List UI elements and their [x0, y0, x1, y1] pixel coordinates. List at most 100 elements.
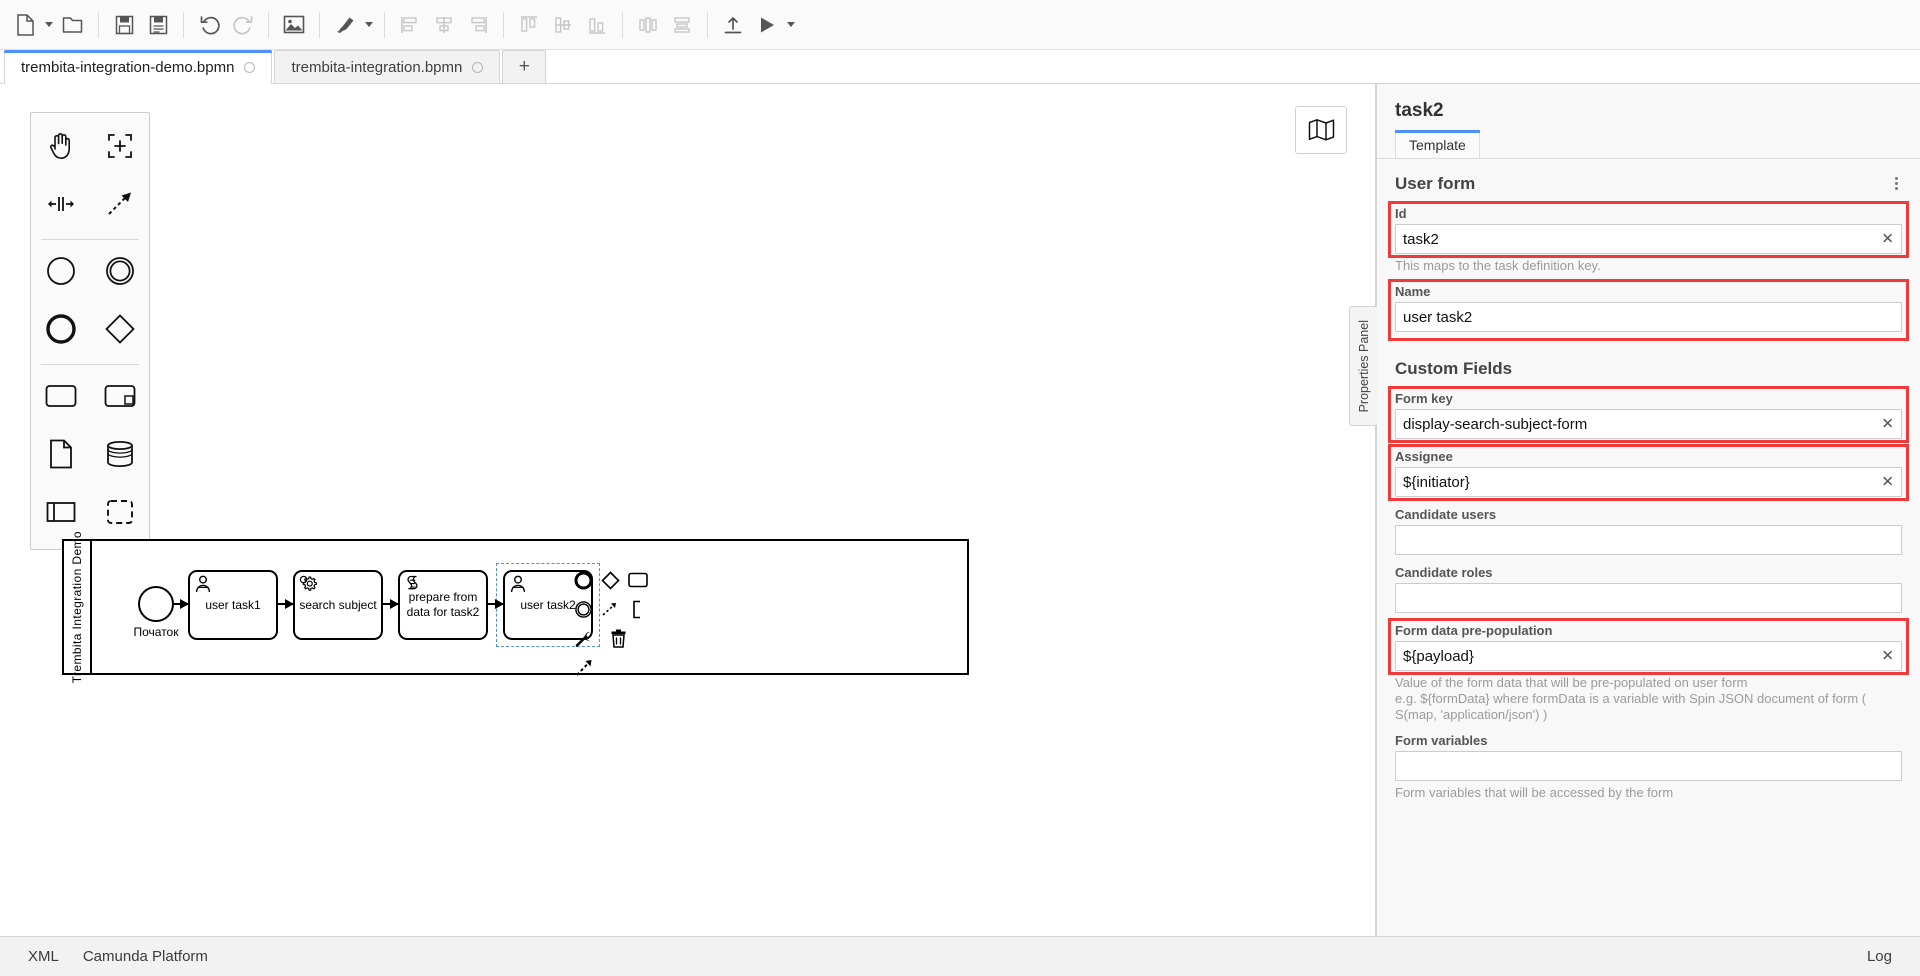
pool-label: Trembita Integration Demo — [70, 531, 84, 683]
palette-create-group[interactable] — [90, 485, 149, 543]
properties-group-header: User form — [1377, 159, 1920, 204]
candidate-roles-field-input[interactable] — [1395, 583, 1902, 613]
align-bottom-button[interactable] — [580, 8, 614, 42]
toolbar-divider — [503, 12, 504, 38]
align-middle-button[interactable] — [546, 8, 580, 42]
user-task-icon — [194, 575, 212, 597]
align-left-button[interactable] — [393, 8, 427, 42]
ctx-append-task[interactable] — [628, 569, 648, 591]
status-log-button-label: Log — [1867, 948, 1892, 965]
ctx-append-gateway[interactable] — [601, 569, 620, 591]
ctx-change-type[interactable] — [574, 627, 598, 649]
new-tab-button[interactable]: + — [502, 50, 546, 83]
form-variables-field-input[interactable] — [1395, 751, 1902, 781]
ctx-append-end-event[interactable] — [574, 569, 593, 591]
palette-create-start-event[interactable] — [31, 244, 90, 302]
toolbar-divider — [622, 12, 623, 38]
status-log-button[interactable]: Log — [1855, 948, 1904, 965]
name-field-input[interactable]: user task2 — [1395, 302, 1902, 332]
sequence-flow[interactable] — [174, 603, 188, 605]
toolbar-divider — [707, 12, 708, 38]
assignee-field-input[interactable] — [1395, 467, 1902, 497]
trash-icon — [610, 629, 627, 648]
start-event-icon — [46, 256, 76, 291]
align-top-button[interactable] — [512, 8, 546, 42]
new-diagram-button[interactable] — [8, 8, 42, 42]
folder-open-icon — [62, 15, 84, 35]
form-variables-field: Form variablesForm variables that will b… — [1377, 731, 1920, 809]
start-instance-button-caret[interactable] — [784, 8, 798, 42]
bpmn-diagram: Trembita Integration Demo Початокuser ta… — [62, 539, 969, 675]
ctx-connect[interactable] — [601, 598, 623, 620]
palette-create-intermediate-event[interactable] — [31, 302, 90, 360]
candidate-roles-field-label: Candidate roles — [1395, 565, 1902, 580]
form-data-prepopulation-field-clear-button[interactable]: ✕ — [1881, 649, 1894, 664]
deploy-button[interactable] — [716, 8, 750, 42]
id-field-clear-button[interactable]: ✕ — [1881, 232, 1894, 247]
undo-button[interactable] — [192, 8, 226, 42]
bpmn-palette — [30, 112, 150, 550]
task-label: search subject — [295, 598, 380, 613]
ctx-delete-element[interactable] — [606, 627, 630, 649]
save-diagram-button[interactable] — [107, 8, 141, 42]
status-xml-button-label: XML — [28, 948, 59, 965]
editor-tab[interactable]: trembita-integration-demo.bpmn — [4, 50, 272, 83]
ctx-global-connect[interactable] — [574, 656, 598, 678]
distribute-horizontally-button[interactable] — [631, 8, 665, 42]
diagram-canvas[interactable]: Trembita Integration Demo Початокuser ta… — [0, 84, 1376, 936]
start-event[interactable] — [138, 586, 174, 622]
align-right-button[interactable] — [461, 8, 495, 42]
distribute-vertically-button[interactable] — [665, 8, 699, 42]
ctx-text-annotation[interactable] — [631, 598, 644, 620]
palette-global-connect-tool[interactable] — [90, 177, 149, 235]
palette-create-data-object[interactable] — [31, 427, 90, 485]
set-color-button-caret[interactable] — [362, 8, 376, 42]
set-color-button[interactable] — [328, 8, 362, 42]
pool-header[interactable]: Trembita Integration Demo — [64, 541, 92, 673]
export-image-button[interactable] — [277, 8, 311, 42]
palette-lasso-tool[interactable] — [90, 119, 149, 177]
align-center-button[interactable] — [427, 8, 461, 42]
bpmn-task-prepare-from-data[interactable]: prepare from data for task2 — [398, 570, 488, 640]
properties-tab-template[interactable]: Template — [1395, 130, 1480, 158]
text-annotation-icon — [631, 600, 644, 619]
bpmn-task-user-task1[interactable]: user task1 — [188, 570, 278, 640]
sequence-flow[interactable] — [488, 603, 503, 605]
form-key-field-clear-button[interactable]: ✕ — [1881, 417, 1894, 432]
id-field-input[interactable] — [1395, 224, 1902, 254]
sequence-flow[interactable] — [383, 603, 398, 605]
open-diagram-button[interactable] — [56, 8, 90, 42]
new-diagram-button-caret[interactable] — [42, 8, 56, 42]
assignee-field-clear-button[interactable]: ✕ — [1881, 475, 1894, 490]
palette-create-subprocess[interactable] — [90, 369, 149, 427]
assignee-field: Assignee ✕ — [1377, 447, 1920, 505]
palette-create-data-store[interactable] — [90, 427, 149, 485]
status-engine-label[interactable]: Camunda Platform — [71, 948, 220, 965]
palette-hand-tool[interactable] — [31, 119, 90, 177]
group-menu-button[interactable] — [1891, 173, 1902, 194]
save-as-button[interactable] — [141, 8, 175, 42]
form-key-field-label: Form key — [1395, 391, 1902, 406]
redo-button[interactable] — [226, 8, 260, 42]
bpmn-task-search-subject[interactable]: search subject — [293, 570, 383, 640]
properties-panel-toggle[interactable]: Properties Panel — [1349, 306, 1377, 426]
assignee-field-label: Assignee — [1395, 449, 1902, 464]
bpmn-pool[interactable]: Trembita Integration Demo Початокuser ta… — [62, 539, 969, 675]
minimap-toggle-button[interactable] — [1295, 106, 1347, 154]
palette-space-tool[interactable] — [31, 177, 90, 235]
start-instance-button[interactable] — [750, 8, 784, 42]
candidate-users-field-input[interactable] — [1395, 525, 1902, 555]
palette-create-task[interactable] — [31, 369, 90, 427]
form-data-prepopulation-field-input[interactable] — [1395, 641, 1902, 671]
status-xml-button[interactable]: XML — [16, 948, 71, 965]
palette-create-gateway[interactable] — [90, 302, 149, 360]
unsaved-indicator-icon[interactable] — [472, 62, 483, 73]
tab-bar: trembita-integration-demo.bpmntrembita-i… — [0, 50, 1920, 84]
unsaved-indicator-icon[interactable] — [244, 62, 255, 73]
editor-tab[interactable]: trembita-integration.bpmn — [274, 50, 500, 83]
align-center-icon — [434, 15, 454, 35]
palette-create-end-event[interactable] — [90, 244, 149, 302]
form-key-field-input[interactable] — [1395, 409, 1902, 439]
ctx-append-intermediate-event[interactable] — [574, 598, 593, 620]
sequence-flow[interactable] — [278, 603, 293, 605]
